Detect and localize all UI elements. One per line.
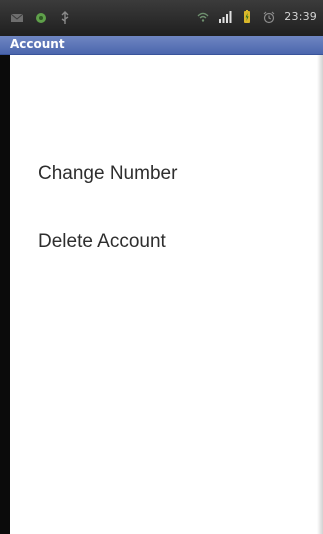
mail-icon [10, 10, 24, 24]
battery-icon [240, 9, 254, 23]
page-title: Account [10, 37, 65, 51]
phone-screen: 23:39 Account Change Number Delete Accou… [0, 0, 323, 534]
edge-shadow [317, 55, 323, 534]
status-time: 23:39 [284, 9, 317, 23]
app-icon [34, 10, 48, 24]
title-bar: Account [0, 36, 323, 55]
alarm-icon [262, 9, 276, 24]
change-number-item[interactable]: Change Number [38, 163, 177, 185]
usb-icon [58, 10, 72, 24]
status-right-icons: 23:39 [196, 9, 317, 24]
wifi-icon [196, 9, 210, 23]
settings-list: Change Number Delete Account [10, 55, 323, 534]
status-bar: 23:39 [0, 0, 323, 36]
status-left-icons [10, 10, 72, 24]
signal-icon [218, 9, 232, 23]
delete-account-item[interactable]: Delete Account [38, 231, 166, 253]
